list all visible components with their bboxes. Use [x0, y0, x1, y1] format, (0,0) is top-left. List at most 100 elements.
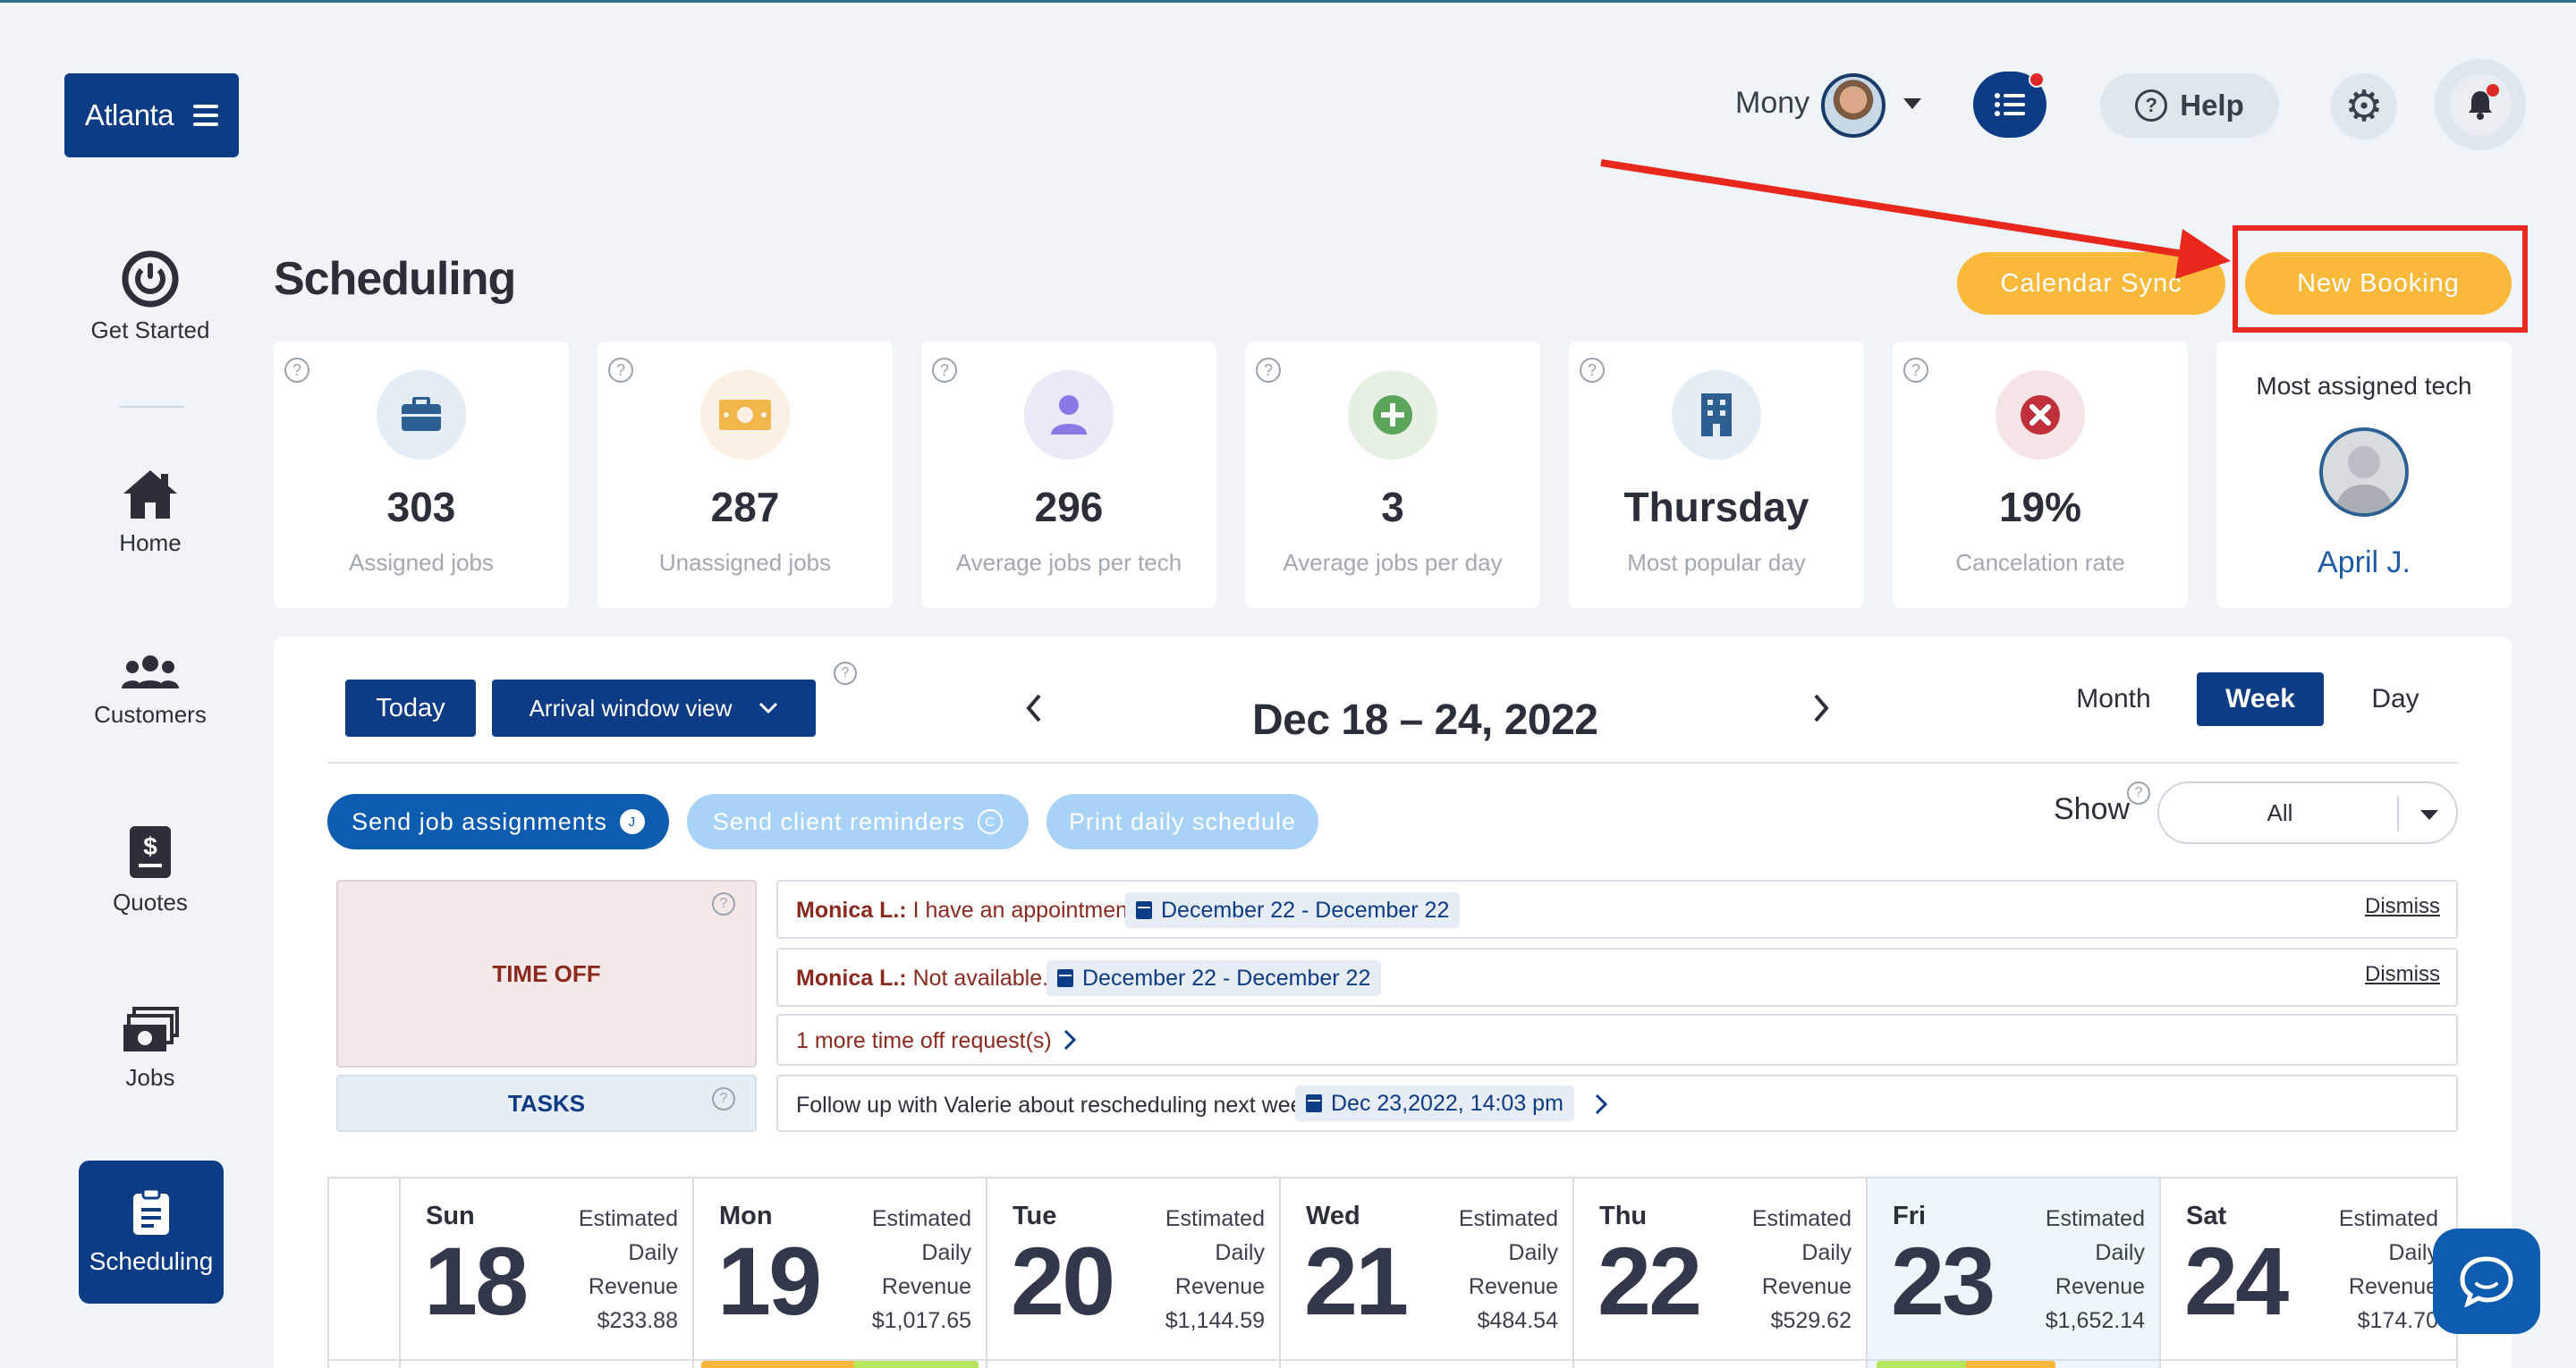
- sidebar-item-home[interactable]: Home: [64, 467, 236, 557]
- shortcut-badge: J: [619, 809, 645, 834]
- time-off-request: Monica L.: I have an appointment. Decemb…: [776, 880, 2458, 939]
- user-avatar[interactable]: [1821, 73, 1885, 138]
- job-bar[interactable]: [701, 1361, 979, 1368]
- notification-dot: [2487, 84, 2499, 97]
- stat-card-most-assigned-tech[interactable]: Most assigned tech April J.: [2216, 342, 2512, 608]
- stat-card-avg-jobs-per-tech: ? 296 Average jobs per tech: [921, 342, 1216, 608]
- chevron-down-icon: [759, 702, 778, 714]
- request-dates: December 22 - December 22: [1082, 965, 1371, 991]
- info-icon[interactable]: ?: [932, 358, 957, 383]
- chevron-down-icon[interactable]: [1903, 98, 1921, 109]
- calendar-day-header[interactable]: Wed 21 Estimated Daily Revenue $484.54: [1279, 1178, 1572, 1368]
- info-icon[interactable]: ?: [1256, 358, 1281, 383]
- chevron-right-icon[interactable]: [1063, 1028, 1077, 1051]
- revenue-label: Daily: [2095, 1240, 2145, 1265]
- sidebar-item-label: Get Started: [90, 317, 210, 343]
- send-job-assignments-button[interactable]: Send job assignments J: [327, 794, 669, 849]
- info-icon[interactable]: ?: [608, 358, 633, 383]
- revenue-label: Revenue: [1468, 1274, 1558, 1299]
- chevron-left-icon[interactable]: [1023, 692, 1045, 724]
- today-button[interactable]: Today: [345, 680, 476, 737]
- revenue-label: Revenue: [2348, 1274, 2438, 1299]
- info-icon[interactable]: ?: [712, 892, 735, 916]
- revenue-value: $529.62: [1770, 1308, 1852, 1333]
- stat-label: Average jobs per day: [1283, 549, 1503, 576]
- svg-text:$: $: [143, 832, 157, 860]
- revenue-label: Estimated: [578, 1206, 678, 1231]
- annotation-arrow: [1600, 159, 2231, 279]
- chat-button[interactable]: [2433, 1229, 2540, 1334]
- sidebar-item-label: Jobs: [125, 1064, 175, 1091]
- task-list-button[interactable]: [1973, 72, 2046, 138]
- hamburger-icon: [193, 105, 219, 126]
- sidebar-divider: [120, 406, 184, 408]
- date-chip: December 22 - December 22: [1125, 892, 1461, 928]
- tab-month[interactable]: Month: [2061, 672, 2166, 726]
- task-row[interactable]: Follow up with Valerie about reschedulin…: [776, 1075, 2458, 1132]
- notification-dot: [2029, 72, 2045, 88]
- calendar-icon: [1136, 901, 1152, 919]
- info-icon[interactable]: ?: [2127, 781, 2150, 805]
- dismiss-link[interactable]: Dismiss: [2365, 894, 2440, 919]
- settings-button[interactable]: ⚙: [2331, 73, 2397, 139]
- sidebar-item-quotes[interactable]: $ Quotes: [64, 824, 236, 916]
- calendar-day-header[interactable]: Sat 24 Estimated Daily Revenue $174.70: [2159, 1178, 2453, 1368]
- calendar-day-header[interactable]: Tue 20 Estimated Daily Revenue $1,144.59: [986, 1178, 1279, 1368]
- info-icon[interactable]: ?: [834, 662, 857, 685]
- send-assignments-label: Send job assignments: [352, 807, 607, 835]
- revenue-label: Revenue: [1174, 1274, 1265, 1299]
- dismiss-link[interactable]: Dismiss: [2365, 962, 2440, 987]
- tasks-section: TASKS: [336, 1075, 757, 1132]
- day-number: 22: [1597, 1227, 1702, 1335]
- revenue-value: $233.88: [597, 1308, 678, 1333]
- briefcase-icon: [377, 370, 466, 460]
- date-chip: Dec 23,2022, 14:03 pm: [1295, 1085, 1574, 1121]
- users-icon: [122, 655, 179, 688]
- print-daily-schedule-button[interactable]: Print daily schedule: [1046, 794, 1318, 849]
- notifications-button[interactable]: [2435, 59, 2526, 150]
- revenue-label: Estimated: [871, 1206, 971, 1231]
- calendar-sync-button[interactable]: Calendar Sync: [1957, 252, 2225, 315]
- show-filter-select[interactable]: All: [2157, 781, 2458, 844]
- calendar-day-header[interactable]: Fri 23 Estimated Daily Revenue $1,652.14: [1866, 1178, 2159, 1368]
- more-time-off-link[interactable]: 1 more time off request(s): [796, 1028, 1052, 1054]
- revenue-value: $174.70: [2357, 1308, 2438, 1333]
- sidebar-item-scheduling[interactable]: Scheduling: [79, 1161, 224, 1304]
- arrival-view-label: Arrival window view: [529, 694, 733, 722]
- info-icon[interactable]: ?: [284, 358, 309, 383]
- chevron-right-icon[interactable]: [1810, 692, 1832, 724]
- calendar-day-header[interactable]: Sun 18 Estimated Daily Revenue $233.88: [399, 1178, 692, 1368]
- tab-day[interactable]: Day: [2351, 672, 2440, 726]
- sidebar-item-label: Customers: [94, 701, 207, 728]
- sidebar-item-jobs[interactable]: Jobs: [64, 1007, 236, 1092]
- stat-label: Unassigned jobs: [658, 549, 832, 576]
- calendar-day-header[interactable]: Thu 22 Estimated Daily Revenue $529.62: [1572, 1178, 1866, 1368]
- location-menu-button[interactable]: Atlanta: [64, 73, 239, 157]
- chevron-right-icon[interactable]: [1594, 1093, 1608, 1116]
- task-text: Follow up with Valerie about reschedulin…: [796, 1093, 1320, 1118]
- calendar-day-header[interactable]: Mon 19 Estimated Daily Revenue $1,017.65: [692, 1178, 986, 1368]
- tab-week[interactable]: Week: [2197, 672, 2324, 726]
- stat-value: 296: [1034, 484, 1104, 530]
- help-button[interactable]: ? Help: [2100, 73, 2279, 138]
- gear-icon: ⚙: [2344, 83, 2384, 131]
- money-stack-icon: [123, 1007, 179, 1051]
- request-dates: December 22 - December 22: [1161, 897, 1450, 923]
- stat-card-most-popular-day: ? Thursday Most popular day: [1569, 342, 1864, 608]
- sidebar-item-get-started[interactable]: Get Started: [64, 250, 236, 344]
- revenue-label: Estimated: [2338, 1206, 2438, 1231]
- user-name[interactable]: Mony: [1735, 86, 1809, 121]
- sidebar-item-customers[interactable]: Customers: [64, 653, 236, 729]
- job-bar[interactable]: [1877, 1361, 2055, 1368]
- arrival-window-view-dropdown[interactable]: Arrival window view: [492, 680, 816, 737]
- revenue-value: $1,652.14: [2045, 1308, 2145, 1333]
- info-icon[interactable]: ?: [1580, 358, 1605, 383]
- revenue-label: Daily: [628, 1240, 678, 1265]
- more-time-off-row[interactable]: 1 more time off request(s): [776, 1014, 2458, 1066]
- info-icon[interactable]: ?: [712, 1087, 735, 1110]
- most-assigned-tech-name[interactable]: April J.: [2216, 545, 2512, 580]
- send-client-reminders-button[interactable]: Send client reminders C: [687, 794, 1029, 849]
- date-chip: December 22 - December 22: [1046, 960, 1382, 996]
- time-off-section: TIME OFF: [336, 880, 757, 1068]
- info-icon[interactable]: ?: [1903, 358, 1928, 383]
